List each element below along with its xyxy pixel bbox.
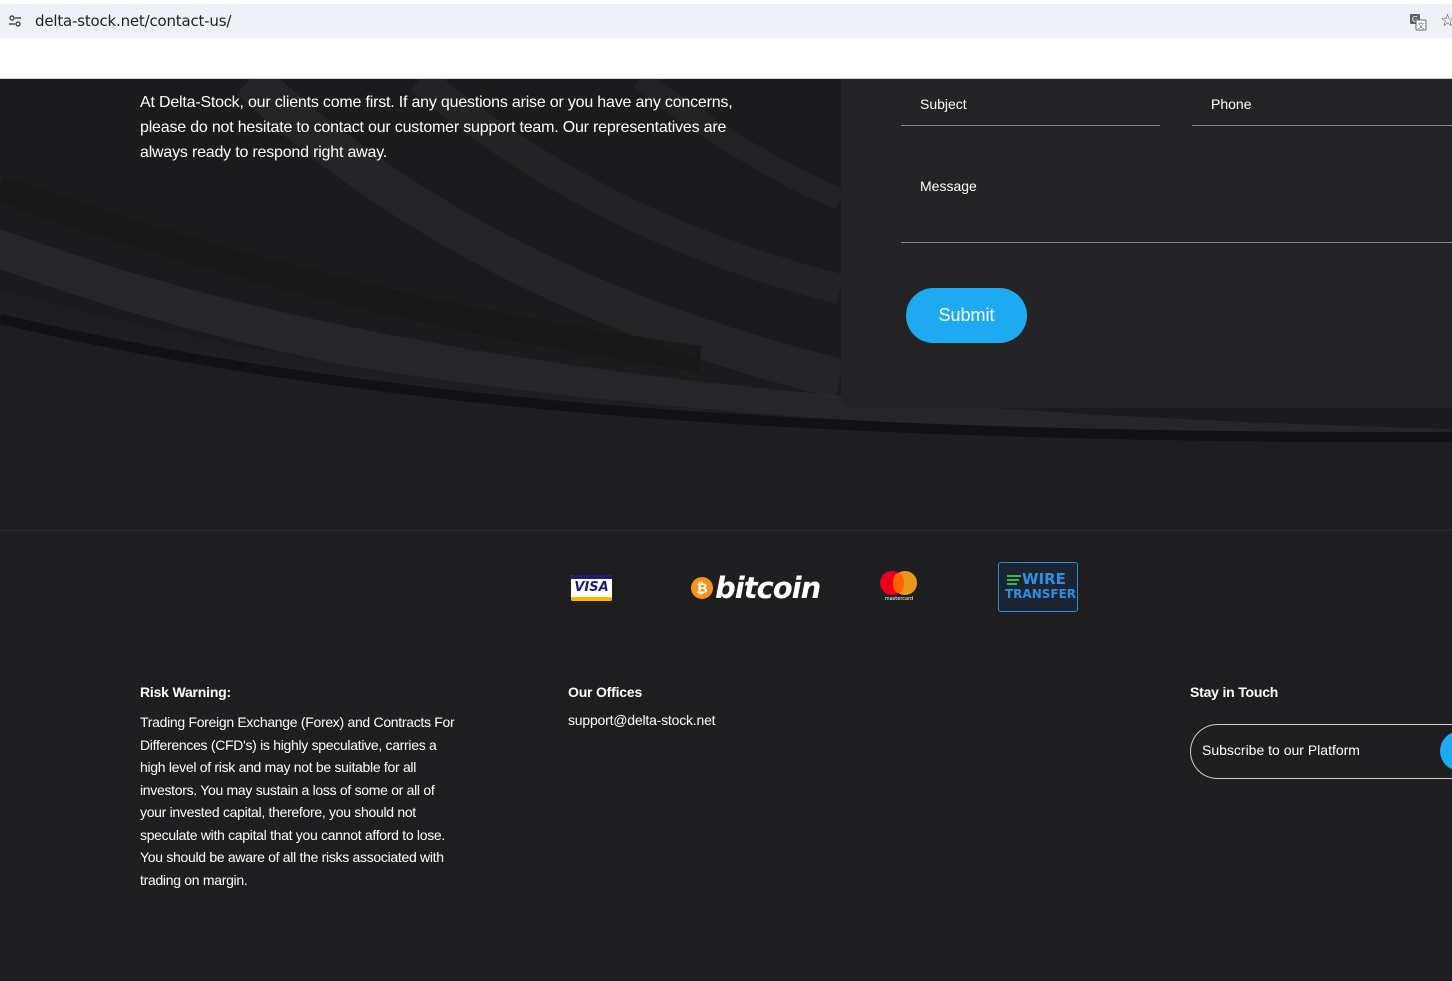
transfer-text: TRANSFER bbox=[1005, 587, 1077, 601]
message-field[interactable]: Message bbox=[901, 167, 1452, 243]
stay-in-touch-title: Stay in Touch bbox=[1190, 684, 1279, 700]
contact-hero: At Delta-Stock, our clients come first. … bbox=[0, 79, 1452, 530]
bitcoin-coin-icon: ₿ bbox=[691, 577, 713, 599]
site-footer: Risk Warning: Trading Foreign Exchange (… bbox=[0, 640, 1452, 981]
mastercard-overlap bbox=[893, 573, 904, 593]
contact-form: Subject Phone Message Submit bbox=[841, 79, 1452, 408]
phone-label: Phone bbox=[1211, 96, 1252, 112]
submit-button[interactable]: Submit bbox=[906, 288, 1027, 343]
visa-stripe-top bbox=[571, 575, 612, 579]
url-text[interactable]: delta-stock.net/contact-us/ bbox=[35, 12, 231, 30]
visa-text: VISA bbox=[574, 580, 609, 595]
bookmark-star-icon[interactable]: ☆ bbox=[1440, 12, 1452, 29]
visa-logo: VISA bbox=[571, 575, 612, 601]
risk-warning-text: Trading Foreign Exchange (Forex) and Con… bbox=[140, 714, 455, 888]
contact-intro-text: At Delta-Stock, our clients come first. … bbox=[140, 94, 733, 161]
subscribe-box bbox=[1190, 724, 1452, 779]
message-label: Message bbox=[920, 178, 977, 194]
svg-text:文: 文 bbox=[1418, 21, 1425, 30]
mastercard-logo: mastercard bbox=[878, 571, 920, 605]
site-header bbox=[0, 42, 1452, 79]
subject-field[interactable]: Subject bbox=[901, 79, 1160, 126]
payment-methods: VISA ₿ bitcoin mastercard WIRE TRANSFER bbox=[0, 530, 1452, 640]
support-email-link[interactable]: support@delta-stock.net bbox=[568, 712, 716, 728]
mastercard-text: mastercard bbox=[884, 596, 914, 602]
wire-text: WIRE bbox=[1022, 570, 1066, 588]
our-offices-title: Our Offices bbox=[568, 684, 643, 700]
bitcoin-text: bitcoin bbox=[715, 571, 821, 605]
subscribe-input[interactable] bbox=[1202, 742, 1432, 758]
wire-transfer-logo: WIRE TRANSFER bbox=[998, 562, 1078, 612]
subject-label: Subject bbox=[920, 96, 967, 112]
wire-bars-icon bbox=[1007, 575, 1021, 587]
browser-toolbar: delta-stock.net/contact-us/ G 文 ☆ bbox=[0, 0, 1452, 42]
address-bar[interactable]: delta-stock.net/contact-us/ G 文 ☆ bbox=[0, 4, 1452, 38]
visa-stripe-bottom bbox=[571, 597, 612, 601]
site-settings-icon[interactable] bbox=[8, 14, 22, 28]
risk-warning-title: Risk Warning: bbox=[140, 684, 231, 700]
phone-field[interactable]: Phone bbox=[1192, 79, 1452, 126]
translate-icon[interactable]: G 文 bbox=[1409, 13, 1427, 31]
bitcoin-logo: ₿ bitcoin bbox=[691, 571, 821, 605]
